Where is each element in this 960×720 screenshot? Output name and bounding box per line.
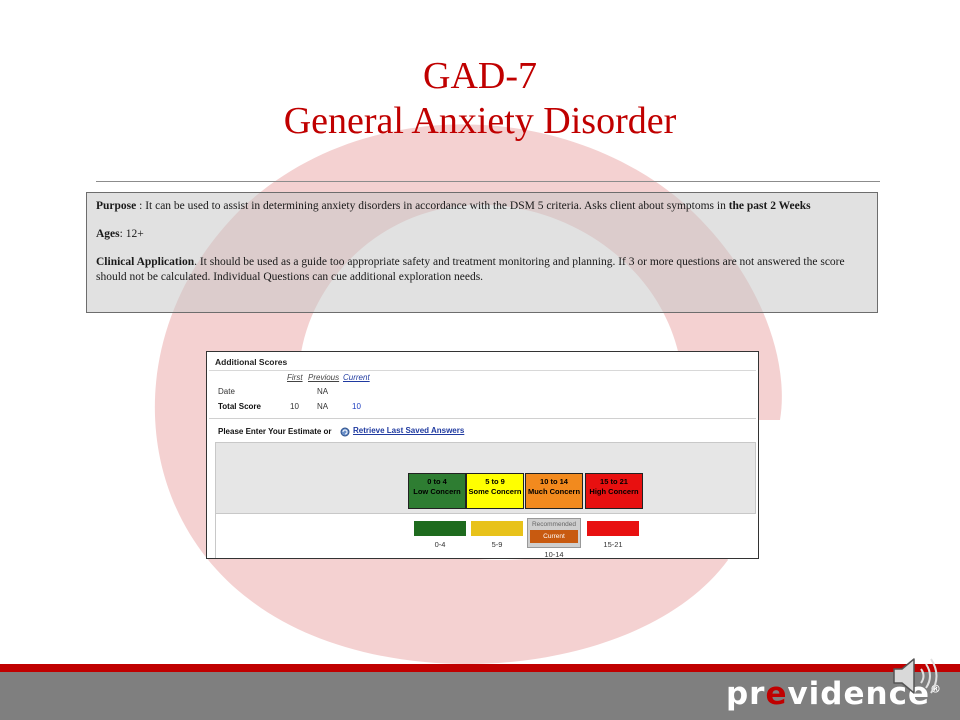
- clinical-text: . It should be used as a guide too appro…: [96, 256, 845, 283]
- clinical-label: Clinical Application: [96, 256, 195, 268]
- range-high-label: High Concern: [589, 487, 639, 496]
- total-current: 10: [352, 402, 361, 411]
- range-low-range: 0 to 4: [427, 477, 447, 486]
- ages-paragraph: Ages: 12+: [96, 227, 868, 242]
- range-low-concern[interactable]: 0 to 4 Low Concern: [408, 473, 466, 509]
- header-divider: [209, 370, 756, 371]
- divider: [96, 181, 880, 182]
- swatch-high-label: 15-21: [603, 540, 623, 549]
- speaker-icon[interactable]: [890, 655, 946, 697]
- purpose-paragraph: Purpose : It can be used to assist in de…: [96, 199, 868, 214]
- logo-pre: pr: [725, 676, 766, 712]
- swatch-some-label: 5-9: [491, 540, 503, 549]
- ages-text: : 12+: [119, 228, 144, 240]
- row-divider: [209, 418, 756, 419]
- swatch-high: [587, 521, 639, 536]
- total-score-label: Total Score: [218, 402, 261, 411]
- ages-label: Ages: [96, 228, 120, 240]
- retrieve-answers-link[interactable]: Retrieve Last Saved Answers: [353, 426, 464, 435]
- current-label: Current: [530, 530, 578, 543]
- range-high-range: 15 to 21: [600, 477, 628, 486]
- col-current-link[interactable]: Current: [343, 373, 370, 382]
- swatch-much-label: 10-14: [544, 550, 564, 559]
- purpose-text: : It can be used to assist in determinin…: [136, 200, 729, 212]
- scores-screenshot: Additional Scores First Previous Current…: [206, 351, 759, 559]
- purpose-label: Purpose: [96, 200, 137, 212]
- footer-red-bar: [0, 664, 960, 672]
- total-first: 10: [290, 402, 299, 411]
- swatch-low-label: 0-4: [434, 540, 446, 549]
- purpose-period: the past 2 Weeks: [728, 200, 811, 212]
- scores-header: Additional Scores: [215, 357, 288, 367]
- col-first-link[interactable]: First: [287, 373, 303, 382]
- range-high-concern[interactable]: 15 to 21 High Concern: [585, 473, 643, 509]
- date-label: Date: [218, 387, 235, 396]
- range-much-concern[interactable]: 10 to 14 Much Concern: [525, 473, 583, 509]
- col-previous-link[interactable]: Previous: [308, 373, 339, 382]
- range-some-label: Some Concern: [468, 487, 522, 496]
- range-some-concern[interactable]: 5 to 9 Some Concern: [466, 473, 524, 509]
- logo-e: e: [765, 676, 788, 712]
- recommended-box: Recommended Current: [527, 518, 581, 548]
- swatch-low: [414, 521, 466, 536]
- recommended-label: Recommended: [531, 521, 577, 528]
- info-box: Purpose : It can be used to assist in de…: [86, 192, 878, 313]
- range-some-range: 5 to 9: [485, 477, 505, 486]
- total-previous: NA: [317, 402, 329, 411]
- date-previous: NA: [317, 387, 329, 396]
- slide-title: GAD-7: [423, 55, 537, 97]
- clinical-paragraph: Clinical Application. It should be used …: [96, 255, 868, 285]
- swatch-some: [471, 521, 523, 536]
- estimate-prompt: Please Enter Your Estimate or: [218, 427, 332, 436]
- range-low-label: Low Concern: [413, 487, 461, 496]
- range-much-range: 10 to 14: [540, 477, 568, 486]
- slide-subtitle: General Anxiety Disorder: [283, 100, 677, 142]
- range-much-label: Much Concern: [527, 487, 581, 496]
- refresh-icon[interactable]: [340, 427, 350, 437]
